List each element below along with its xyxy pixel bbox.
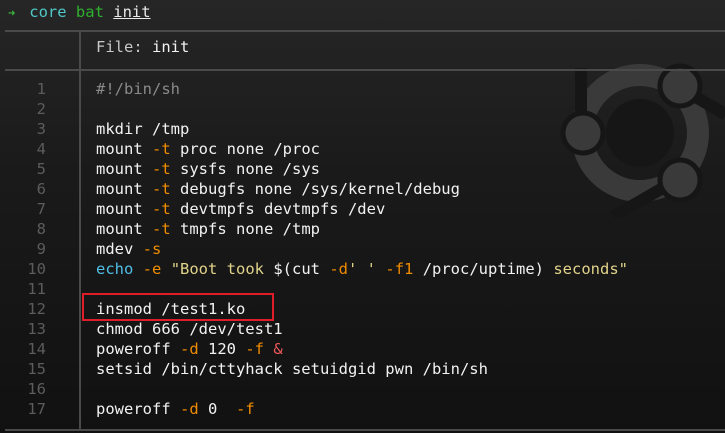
code-token: -d	[180, 400, 199, 418]
line-number: 12	[27, 300, 46, 318]
gutter-divider	[79, 31, 81, 430]
line-number-gutter: 1 2 3 4 5 6 7 8 9 10 11 12 13 14 15 16 17	[20, 79, 46, 419]
prompt-command: bat	[75, 3, 104, 21]
line-number: 6	[36, 180, 46, 198]
line-number: 17	[27, 400, 46, 418]
file-name: init	[152, 38, 190, 56]
line-number: 5	[36, 160, 46, 178]
code-token: -t	[152, 220, 171, 238]
prompt-arrow-icon: ➜	[8, 6, 16, 20]
code-token: mount	[96, 180, 152, 198]
header-bottom-divider	[5, 69, 725, 71]
file-header: File: init	[96, 38, 189, 56]
line-number: 13	[27, 320, 46, 338]
code-token: -f	[236, 400, 255, 418]
code-token: tmpfs none /tmp	[170, 220, 320, 238]
code-token: -t	[152, 200, 171, 218]
code-token: -e	[142, 260, 162, 278]
code-token: mdev	[96, 240, 143, 258]
line-number: 14	[27, 340, 46, 358]
code-token: -s	[142, 240, 162, 258]
code-line: mount -t proc none /proc	[96, 139, 628, 159]
code-token: /proc/uptime)	[413, 260, 545, 278]
code-token: -f1	[385, 260, 414, 278]
code-token: &	[273, 340, 283, 358]
code-token: chmod 666 /dev/test1	[96, 320, 283, 338]
code-view: #!/bin/sh mkdir /tmp mount -t proc none /p…	[96, 79, 628, 419]
code-token: -f	[245, 340, 265, 358]
code-line: poweroff -d 120 -f &	[96, 339, 628, 359]
code-token: mount	[96, 140, 152, 158]
line-number: 2	[36, 100, 46, 118]
code-token: echo	[96, 260, 134, 278]
line-number: 15	[27, 360, 46, 378]
code-token: mount	[96, 200, 152, 218]
code-token: 120	[198, 340, 246, 358]
code-token: mount	[96, 160, 152, 178]
code-token: #!/bin/sh	[96, 80, 180, 98]
code-line: poweroff -d 0 -f	[96, 399, 628, 419]
code-token: -d	[329, 260, 349, 278]
code-token: devtmpfs devtmpfs /dev	[170, 200, 386, 218]
code-token: 0	[198, 400, 236, 418]
line-number: 16	[27, 380, 46, 398]
shell-prompt: ➜ core bat init	[8, 2, 151, 24]
code-line: #!/bin/sh	[96, 79, 628, 99]
code-line: mdev -s	[96, 239, 628, 259]
code-token: poweroff	[96, 340, 180, 358]
code-token: seconds"	[544, 260, 629, 278]
code-line: mkdir /tmp	[96, 119, 628, 139]
line-number: 3	[36, 120, 46, 138]
line-number: 4	[36, 140, 46, 158]
header-top-divider	[5, 30, 725, 32]
code-line: mount -t sysfs none /sys	[96, 159, 628, 179]
code-token: mkdir /tmp	[96, 120, 190, 138]
code-line: setsid /bin/cttyhack setuidgid pwn /bin/…	[96, 359, 628, 379]
code-token: "Boot took	[170, 260, 274, 278]
code-token: -t	[152, 160, 171, 178]
code-token: ' '	[348, 260, 377, 278]
prompt-directory: core	[29, 3, 67, 21]
line-number: 10	[27, 260, 46, 278]
code-token: debugfs none /sys/kernel/debug	[170, 180, 460, 198]
line-number: 7	[36, 200, 46, 218]
code-line: mount -t debugfs none /sys/kernel/debug	[96, 179, 628, 199]
code-line: echo -e "Boot took $(cut -d' ' -f1 /proc…	[96, 259, 628, 279]
code-token: proc none /proc	[170, 140, 320, 158]
line-number: 11	[27, 280, 46, 298]
code-line: chmod 666 /dev/test1	[96, 319, 628, 339]
file-label: File:	[96, 38, 152, 56]
code-token: -t	[152, 180, 171, 198]
code-token: $(cut	[273, 260, 330, 278]
line-number: 8	[36, 220, 46, 238]
code-token: -d	[180, 340, 199, 358]
code-line: mount -t devtmpfs devtmpfs /dev	[96, 199, 628, 219]
prompt-argument: init	[113, 3, 151, 21]
line-number: 1	[36, 80, 46, 98]
code-token: setsid /bin/cttyhack setuidgid pwn /bin/…	[96, 360, 488, 378]
line-number: 9	[36, 240, 46, 258]
footer-divider	[5, 429, 725, 431]
code-token: mount	[96, 220, 152, 238]
highlight-box	[82, 293, 274, 321]
code-token: -t	[152, 140, 171, 158]
code-line: mount -t tmpfs none /tmp	[96, 219, 628, 239]
code-token: poweroff	[96, 400, 180, 418]
code-token: sysfs none /sys	[170, 160, 320, 178]
